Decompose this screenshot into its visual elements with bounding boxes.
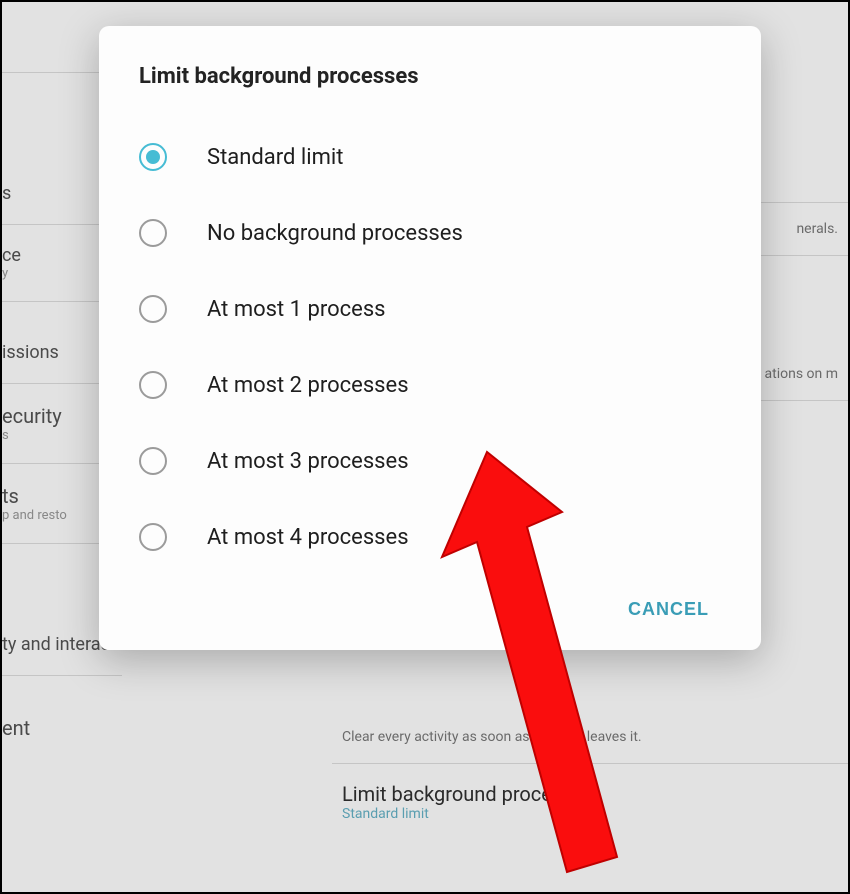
radio-option-at-most-1[interactable]: At most 1 process: [139, 271, 721, 347]
dialog-scrim[interactable]: Limit background processes Standard limi…: [2, 2, 848, 892]
radio-option-at-most-4[interactable]: At most 4 processes: [139, 499, 721, 575]
radio-label: At most 1 process: [207, 297, 386, 322]
radio-button-icon: [139, 143, 167, 171]
dialog-title: Limit background processes: [139, 64, 721, 89]
radio-label: At most 4 processes: [207, 525, 409, 550]
radio-option-at-most-3[interactable]: At most 3 processes: [139, 423, 721, 499]
dialog-actions: CANCEL: [139, 575, 721, 630]
radio-button-icon: [139, 371, 167, 399]
radio-button-icon: [139, 523, 167, 551]
radio-option-standard-limit[interactable]: Standard limit: [139, 119, 721, 195]
cancel-button[interactable]: CANCEL: [628, 599, 709, 620]
radio-label: At most 3 processes: [207, 449, 409, 474]
radio-label: At most 2 processes: [207, 373, 409, 398]
radio-list: Standard limit No background processes A…: [139, 119, 721, 575]
radio-label: No background processes: [207, 221, 463, 246]
radio-label: Standard limit: [207, 145, 343, 170]
radio-button-icon: [139, 447, 167, 475]
radio-dot-icon: [146, 150, 160, 164]
radio-option-at-most-2[interactable]: At most 2 processes: [139, 347, 721, 423]
radio-button-icon: [139, 219, 167, 247]
radio-option-no-background[interactable]: No background processes: [139, 195, 721, 271]
limit-processes-dialog: Limit background processes Standard limi…: [99, 26, 761, 650]
radio-button-icon: [139, 295, 167, 323]
